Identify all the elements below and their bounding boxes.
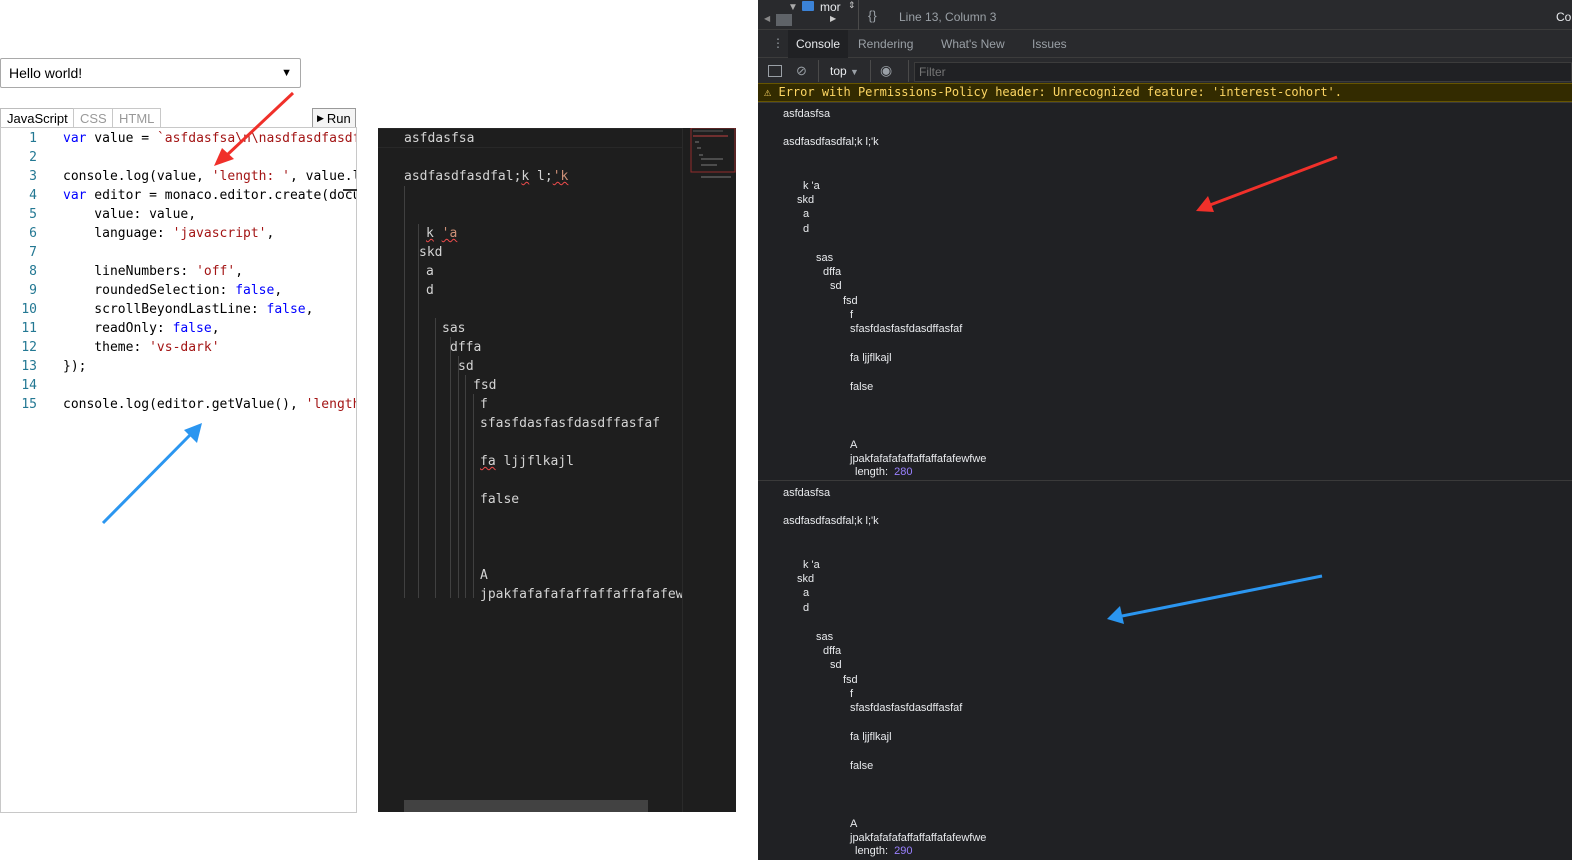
- blue-arrow-editor: [101, 423, 202, 525]
- annotation-arrows: [101, 91, 1338, 624]
- red-arrow-console: [1196, 155, 1338, 212]
- blue-arrow-console: [1107, 574, 1323, 624]
- red-arrow-editor: [214, 91, 295, 166]
